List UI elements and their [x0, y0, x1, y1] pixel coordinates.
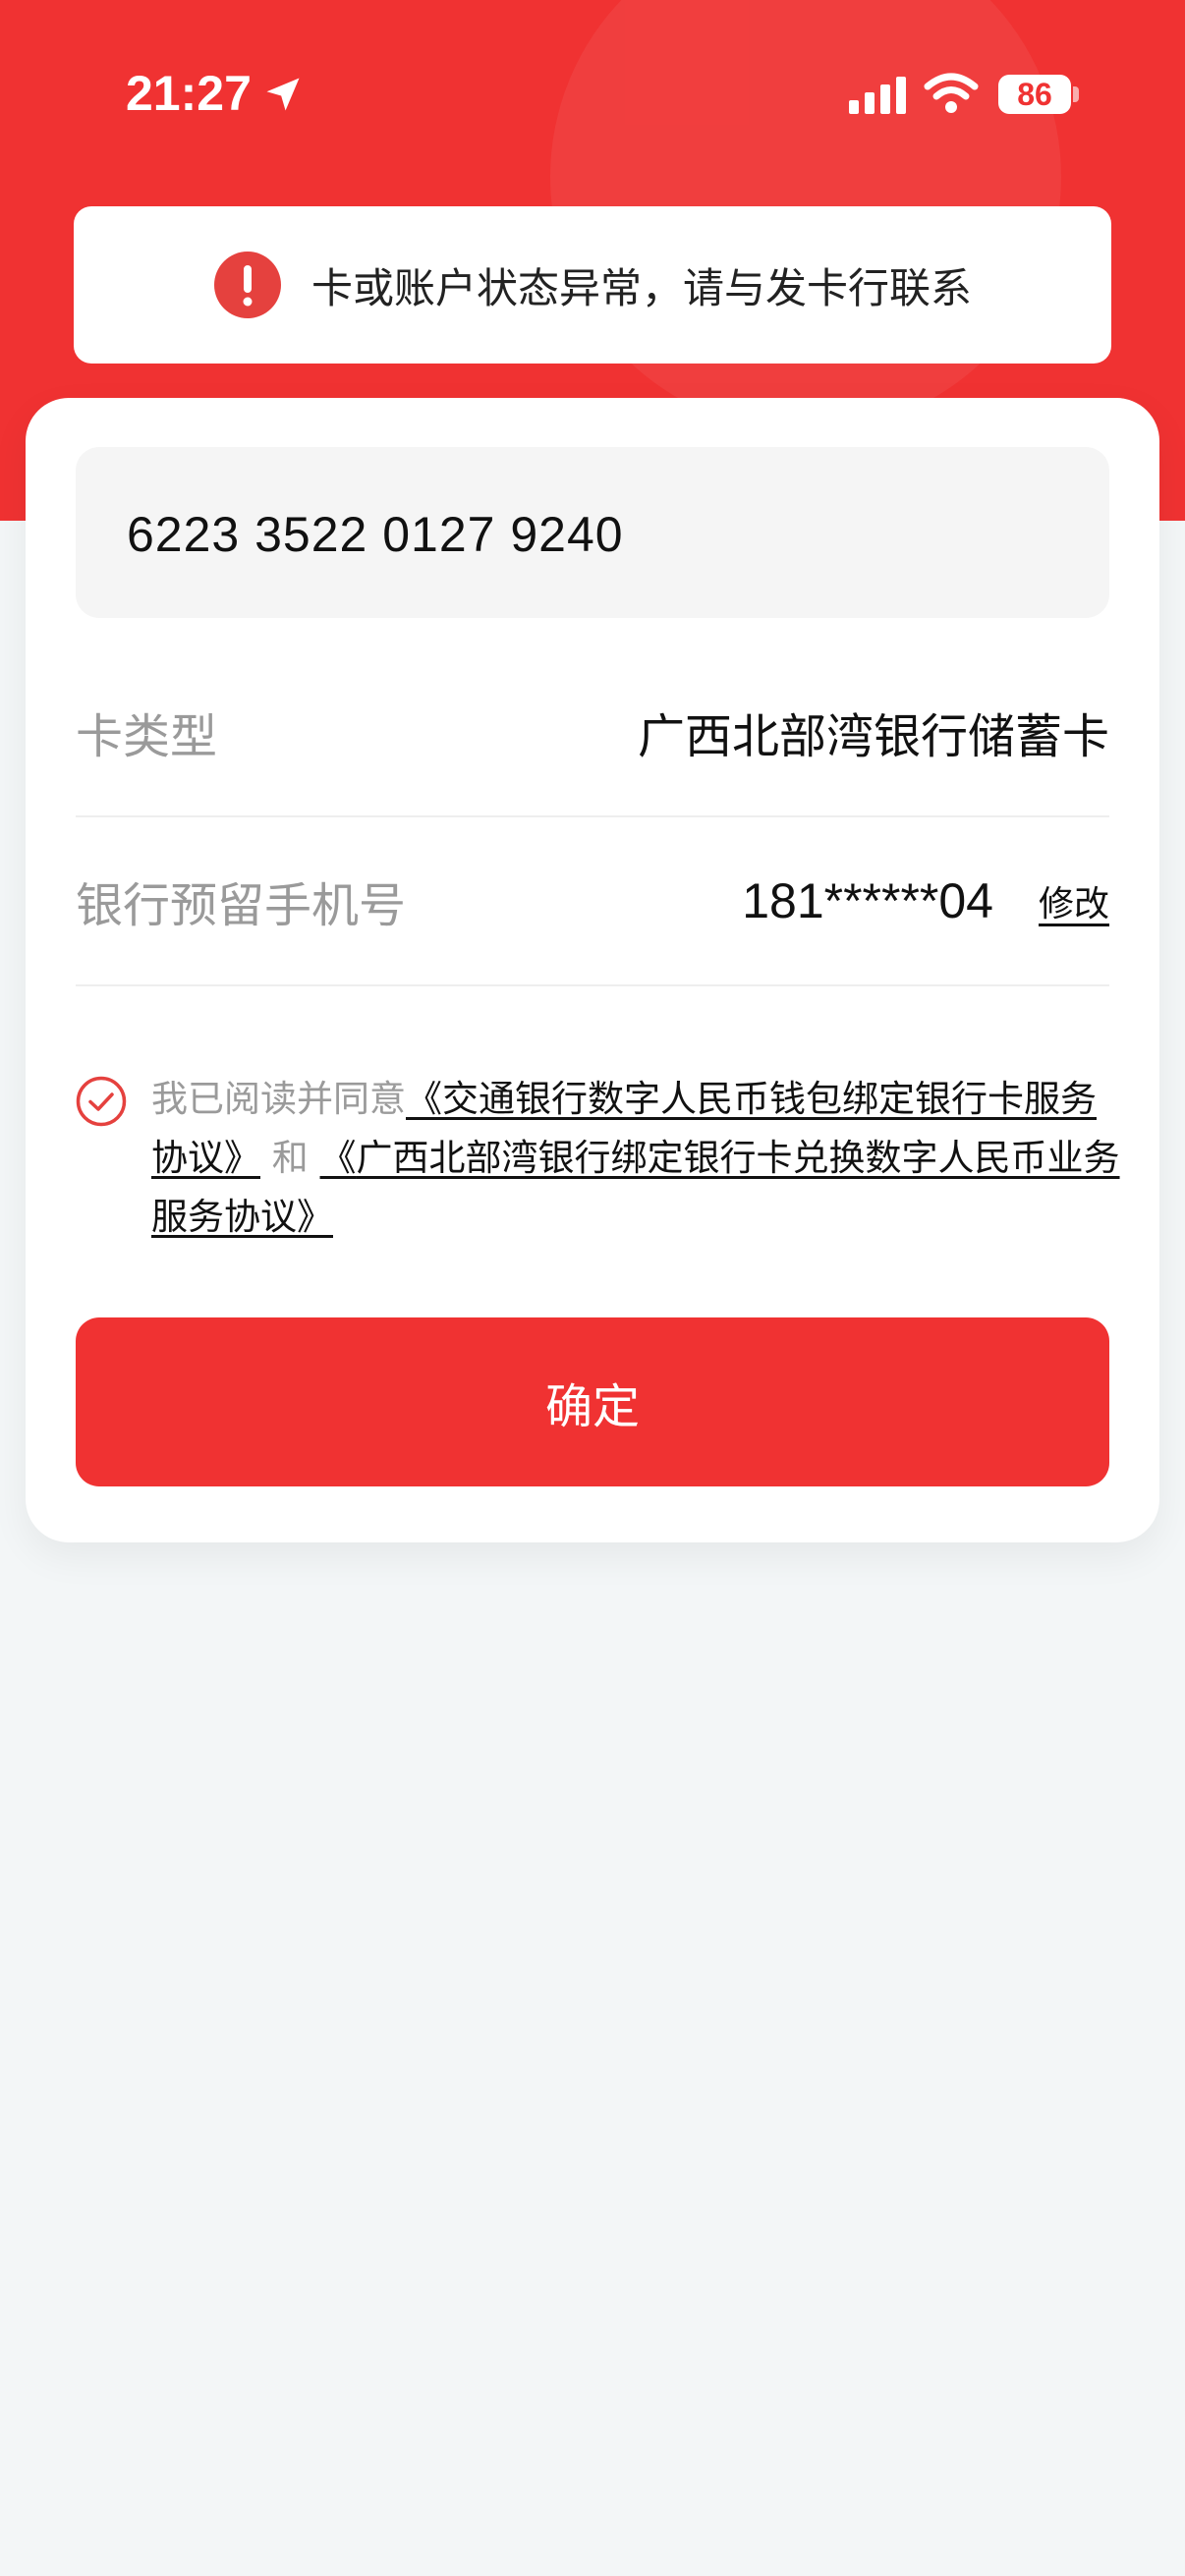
card-number-value: 6223 3522 0127 9240: [127, 507, 624, 562]
bind-card-form: 6223 3522 0127 9240 卡类型 广西北部湾银行储蓄卡 银行预留手…: [26, 398, 1159, 1542]
alert-banner: 卡或账户状态异常，请与发卡行联系: [74, 206, 1111, 364]
phone-row: 银行预留手机号 181******04 修改: [76, 817, 1109, 986]
cellular-signal-icon: [849, 77, 906, 114]
card-type-label: 卡类型: [76, 709, 218, 764]
status-bar: 21:27 86: [0, 0, 1185, 187]
agreement-close-2: 》: [297, 1196, 333, 1238]
wifi-icon: [924, 73, 979, 113]
card-type-row: 卡类型 广西北部湾银行储蓄卡: [76, 648, 1109, 817]
agreement-open-2: 《: [319, 1137, 357, 1179]
agreement-text: 我已阅读并同意《交通银行数字人民币钱包绑定银行卡服务协议》 和 《广西北部湾银行…: [151, 1070, 1124, 1247]
phone-value: 181******04: [742, 873, 993, 928]
edit-phone-link[interactable]: 修改: [1039, 875, 1109, 926]
agreement-open-1: 《: [406, 1078, 442, 1120]
agreement-close-1: 》: [224, 1137, 260, 1179]
phone-label: 银行预留手机号: [76, 878, 407, 933]
agreement-checkbox[interactable]: [76, 1076, 127, 1127]
location-arrow-icon: [266, 78, 300, 111]
status-time: 21:27: [126, 66, 252, 121]
battery-tip: [1073, 86, 1079, 102]
exclamation-circle-icon: [213, 252, 281, 318]
card-type-value: 广西北部湾银行储蓄卡: [637, 709, 1109, 764]
card-number-field[interactable]: 6223 3522 0127 9240: [76, 447, 1109, 618]
agreement-joiner: 和: [271, 1137, 309, 1179]
battery-icon: 86: [998, 75, 1071, 114]
agreement-prefix: 我已阅读并同意: [151, 1078, 406, 1120]
battery-level: 86: [1017, 77, 1052, 112]
alert-message: 卡或账户状态异常，请与发卡行联系: [310, 263, 972, 312]
confirm-button[interactable]: 确定: [76, 1317, 1109, 1486]
